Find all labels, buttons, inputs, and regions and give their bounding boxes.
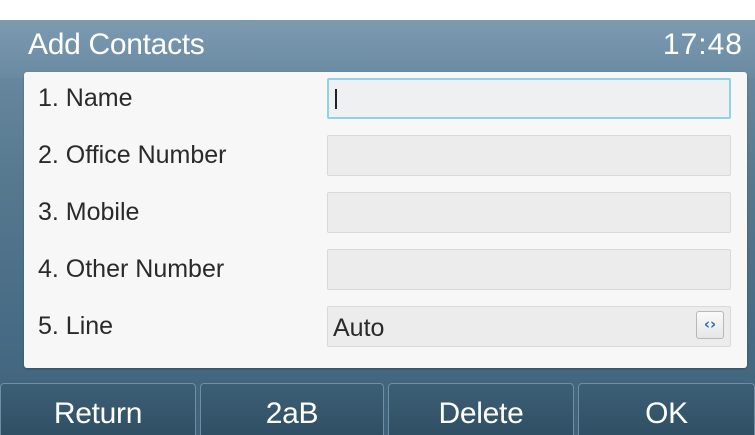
delete-button[interactable]: Delete xyxy=(388,383,574,435)
other-number-label: 4. Other Number xyxy=(38,255,225,283)
other-number-row: 4. Other Number xyxy=(24,243,747,300)
return-button[interactable]: Return xyxy=(0,383,196,435)
line-select-value: Auto xyxy=(333,314,385,342)
office-number-field[interactable] xyxy=(327,135,731,176)
phone-screen: Add Contacts 17:48 1. Name 2. Office Num… xyxy=(0,20,755,435)
ok-button[interactable]: OK xyxy=(578,383,755,435)
contact-form: 1. Name 2. Office Number 3. Mobile 4. Ot… xyxy=(24,72,747,368)
name-label: 1. Name xyxy=(38,84,133,112)
text-cursor xyxy=(335,89,337,109)
left-right-arrows-icon[interactable]: ‹› xyxy=(696,311,724,339)
mobile-label: 3. Mobile xyxy=(38,198,140,226)
name-row: 1. Name xyxy=(24,72,747,129)
input-mode-button[interactable]: 2aB xyxy=(200,383,384,435)
clock: 17:48 xyxy=(662,28,743,61)
line-select[interactable]: Auto ‹› xyxy=(327,306,731,347)
office-number-row: 2. Office Number xyxy=(24,129,747,186)
line-label: 5. Line xyxy=(38,312,114,340)
office-number-label: 2. Office Number xyxy=(38,141,227,169)
mobile-field[interactable] xyxy=(327,192,731,233)
name-field[interactable] xyxy=(327,78,731,119)
softkey-bar: Return 2aB Delete OK xyxy=(0,383,755,435)
page-title: Add Contacts xyxy=(28,28,205,61)
other-number-field[interactable] xyxy=(327,249,731,290)
line-row: 5. Line Auto ‹› xyxy=(24,300,747,357)
mobile-row: 3. Mobile xyxy=(24,186,747,243)
title-bar: Add Contacts 17:48 xyxy=(0,20,755,78)
